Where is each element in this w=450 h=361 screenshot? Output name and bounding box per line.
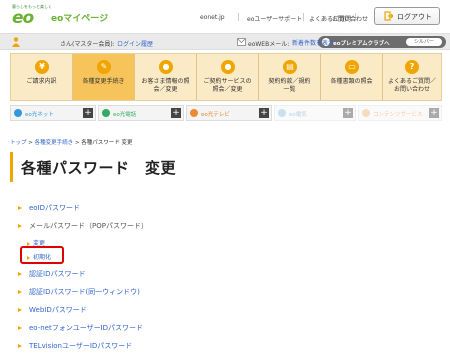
highlight-box [20, 246, 64, 264]
service-icon: ● [221, 60, 235, 74]
document-icon: ▤ [283, 60, 297, 74]
nav-terms[interactable]: ▤ 契約約款／規約一覧 [259, 54, 321, 100]
expand-plus-icon[interactable]: + [429, 108, 439, 118]
header-separator [303, 13, 304, 21]
nav-label: お客さま情報の照会／変更 [141, 78, 190, 93]
eo-phone-icon [102, 109, 110, 117]
eonet-phone-password-link[interactable]: eo-netフォンユーザーIDパスワード [18, 323, 143, 333]
expand-plus-icon[interactable]: + [171, 108, 181, 118]
person-icon: ● [159, 60, 173, 74]
page-title-block: 各種パスワード 変更 [10, 152, 442, 182]
heading-label: メールパスワード（POPパスワード） [29, 222, 148, 230]
nav-label: 各種変更手続き [82, 78, 125, 85]
nav-label: ご請求内訳 [26, 78, 57, 85]
nav-customer-info[interactable]: ● お客さま情報の照会／変更 [135, 54, 197, 100]
nav-faq[interactable]: ? よくあるご質問／お問い合わせ [383, 54, 441, 100]
eo-denki-icon [278, 109, 286, 117]
login-history-link[interactable]: ログイン履歴 [117, 39, 153, 48]
header-link-eonet[interactable]: eonet.jp [200, 14, 225, 21]
breadcrumb-change-procedures[interactable]: 各種変更手続き [35, 140, 74, 146]
webmail-prefix: eoWEBメール: [248, 41, 290, 48]
link-label: 認証IDパスワード(同一ウィンドウ) [29, 288, 140, 296]
arrow-icon [18, 206, 22, 210]
question-icon: ? [405, 60, 419, 74]
service-eo-phone[interactable]: eo光電話 + [98, 105, 184, 121]
person-icon [12, 37, 20, 47]
arrow-icon [18, 224, 22, 228]
nav-label: ご契約サービスの照会／変更 [203, 78, 252, 93]
member-bar: さん(マスター会員): ログイン履歴 eoWEBメール: eoプレミアムクラブへ… [0, 33, 450, 50]
arrow-icon [18, 290, 22, 294]
mail-password-heading: メールパスワード（POPパスワード） [18, 221, 148, 231]
arrow-icon [27, 241, 30, 246]
telvision-password-link[interactable]: TELvisionユーザーIDパスワード [18, 341, 132, 351]
header-link-contact[interactable]: お問い合わせ [332, 14, 368, 23]
header-link-support[interactable]: eoユーザーサポート [247, 14, 302, 23]
webmail-count-link[interactable]: 新着件数を表示 [292, 38, 334, 47]
mail-icon [237, 38, 246, 46]
nav-label: 各種書類の照会 [330, 78, 373, 85]
premium-club-button[interactable]: eoプレミアムクラブへ シルバー [318, 36, 446, 48]
eo-net-icon [14, 109, 22, 117]
logout-door-icon [384, 11, 393, 21]
member-greeting: さん(マスター会員): [60, 41, 115, 48]
breadcrumb-current: 各種パスワード 変更 [81, 140, 133, 146]
arrow-icon [18, 326, 22, 330]
expand-plus-icon[interactable]: + [83, 108, 93, 118]
link-label: eoIDパスワード [29, 204, 81, 212]
link-label: TELvisionユーザーIDパスワード [29, 342, 133, 350]
nav-contracted-services[interactable]: ● ご契約サービスの照会／変更 [197, 54, 259, 100]
nav-billing[interactable]: ¥ ご請求内訳 [11, 54, 73, 100]
logout-button[interactable]: ログアウト [374, 7, 440, 25]
eo-logo[interactable]: 暮らしをもっと楽しく eo [12, 4, 52, 28]
link-label: WebIDパスワード [29, 306, 87, 314]
service-label: eo光電話 [113, 112, 137, 118]
service-label: eo光テレビ [201, 112, 230, 118]
membership-rank-badge: シルバー [406, 38, 442, 46]
page: 暮らしをもっと楽しく eo eoマイページ eonet.jp eoユーザーサポー… [0, 0, 450, 361]
page-title: 各種パスワード 変更 [21, 159, 177, 177]
service-eo-denki[interactable]: eo電気 + [274, 105, 356, 121]
pencil-icon: ✎ [97, 60, 111, 74]
site-title[interactable]: eoマイページ [51, 11, 108, 24]
expand-plus-icon[interactable]: + [343, 108, 353, 118]
arrow-icon [18, 308, 22, 312]
link-label: eo-netフォンユーザーIDパスワード [29, 324, 144, 332]
expand-plus-icon[interactable]: + [259, 108, 269, 118]
service-eo-tv[interactable]: eo光テレビ + [186, 105, 272, 121]
nav-documents[interactable]: ▭ 各種書類の照会 [321, 54, 383, 100]
eoid-password-link[interactable]: eoIDパスワード [18, 203, 80, 213]
breadcrumb-separator: > [74, 140, 80, 146]
header: 暮らしをもっと楽しく eo eoマイページ eonet.jp eoユーザーサポー… [0, 0, 450, 32]
eo-tv-icon [190, 109, 198, 117]
breadcrumb-top[interactable]: トップ [10, 140, 27, 146]
service-contents[interactable]: コンテンツサービス + [358, 105, 442, 121]
logout-label: ログアウト [397, 13, 432, 21]
nav-change-procedures[interactable]: ✎ 各種変更手続き [73, 54, 135, 100]
arrow-icon [18, 272, 22, 276]
breadcrumb: トップ > 各種変更手続き > 各種パスワード 変更 [10, 138, 133, 146]
service-eo-net[interactable]: eo光ネット + [10, 105, 96, 121]
nav-label: よくあるご質問／お問い合わせ [387, 78, 436, 93]
folder-icon: ▭ [345, 60, 359, 74]
auth-id-password-link[interactable]: 認証IDパスワード [18, 269, 85, 279]
webid-password-link[interactable]: WebIDパスワード [18, 305, 87, 315]
service-label: コンテンツサービス [373, 112, 423, 118]
service-label: eo光ネット [25, 112, 54, 118]
auth-id-password-same-window-link[interactable]: 認証IDパスワード(同一ウィンドウ) [18, 287, 140, 297]
header-separator [238, 13, 239, 21]
yen-icon: ¥ [35, 60, 49, 74]
nav-label: 契約約款／規約一覧 [268, 78, 311, 93]
breadcrumb-separator: > [28, 140, 33, 146]
premium-club-label: eoプレミアムクラブへ [333, 41, 390, 47]
logo-mark: eo [12, 8, 34, 28]
main-nav: ¥ ご請求内訳 ✎ 各種変更手続き ● お客さま情報の照会／変更 ● ご契約サー… [10, 53, 442, 101]
link-label: 認証IDパスワード [29, 270, 86, 278]
arrow-icon [18, 344, 22, 348]
service-bar: eo光ネット + eo光電話 + eo光テレビ + eo電気 + コンテンツサー… [10, 105, 442, 121]
contents-icon [362, 109, 370, 117]
service-label: eo電気 [289, 112, 307, 118]
